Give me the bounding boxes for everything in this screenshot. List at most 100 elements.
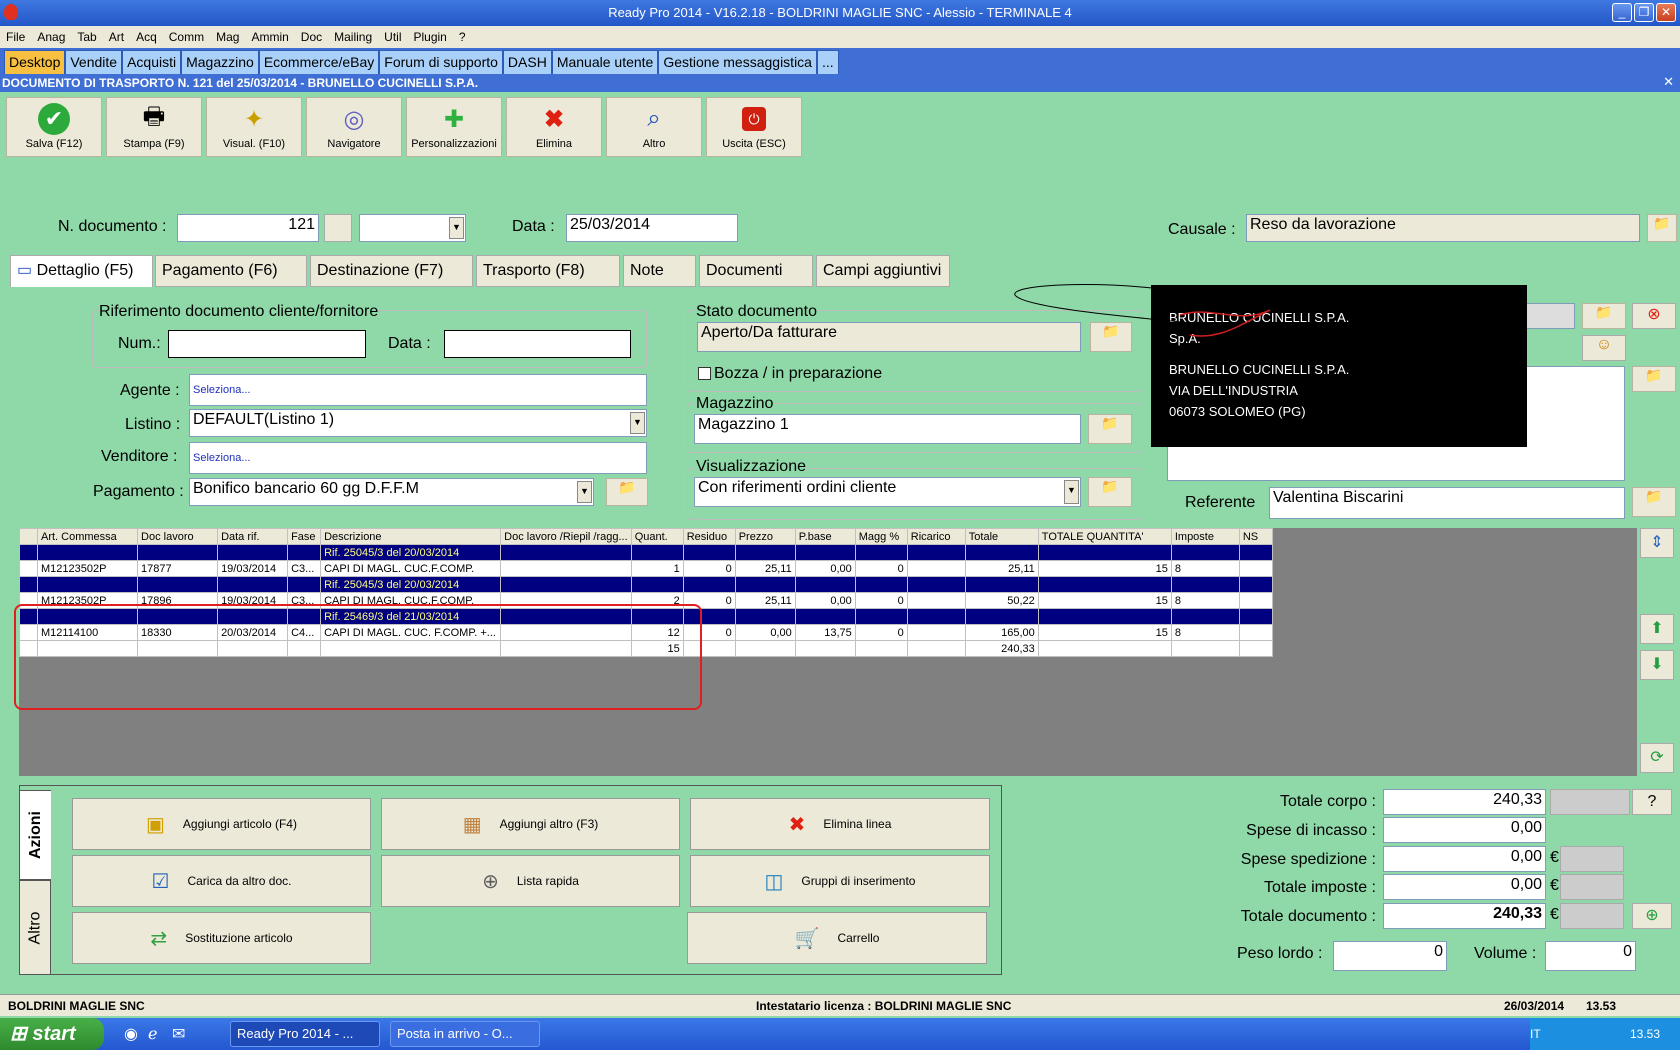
table-cell[interactable] bbox=[1037, 640, 1172, 657]
menu-file[interactable]: File bbox=[6, 30, 25, 44]
print-button[interactable]: 🖶 Stampa (F9) bbox=[106, 97, 202, 157]
tab-trasporto[interactable]: Trasporto (F8) bbox=[476, 255, 620, 287]
mail-icon[interactable]: ✉ bbox=[172, 1024, 185, 1044]
grid-column-header[interactable]: NS bbox=[1238, 528, 1274, 545]
spese-spedizione-field[interactable]: 0,00 bbox=[1383, 846, 1546, 872]
menu-comm[interactable]: Comm bbox=[169, 30, 204, 44]
ndoc-series-select[interactable]: ▼ bbox=[359, 214, 466, 242]
menu-ammin[interactable]: Ammin bbox=[251, 30, 288, 44]
menu-plugin[interactable]: Plugin bbox=[414, 30, 447, 44]
menu-util[interactable]: Util bbox=[384, 30, 401, 44]
move-up-icon[interactable]: ⬆ bbox=[1640, 614, 1674, 644]
table-cell[interactable] bbox=[906, 624, 966, 641]
table-cell[interactable] bbox=[1170, 640, 1240, 657]
table-cell[interactable] bbox=[1238, 592, 1274, 609]
table-row[interactable]: M12123502P 17877 19/03/2014 C3... CAPI DI MA… bbox=[19, 560, 1274, 577]
tab-pagamento[interactable]: Pagamento (F6) bbox=[155, 255, 307, 287]
taskbar-item-readypro[interactable]: Ready Pro 2014 - ... bbox=[230, 1021, 380, 1047]
referente-folder-icon[interactable]: 📁 bbox=[1632, 487, 1676, 517]
row-selector[interactable] bbox=[19, 576, 38, 593]
grid-column-header[interactable]: Art. Commessa bbox=[36, 528, 139, 545]
menu-doc[interactable]: Doc bbox=[301, 30, 322, 44]
tab-acquisti[interactable]: Acquisti bbox=[122, 50, 182, 74]
add-article-button[interactable]: ▣ Aggiungi articolo (F4) bbox=[72, 798, 371, 850]
row-selector[interactable] bbox=[19, 560, 38, 577]
table-cell[interactable]: 0,00 bbox=[794, 560, 856, 577]
customize-button[interactable]: ✚ Personalizzazioni bbox=[406, 97, 502, 157]
date-input[interactable]: 25/03/2014 bbox=[566, 214, 738, 242]
table-cell[interactable]: 15 bbox=[1037, 624, 1172, 641]
agente-select[interactable]: Seleziona... bbox=[189, 374, 647, 406]
row-selector[interactable] bbox=[19, 544, 38, 561]
tab-dash[interactable]: DASH bbox=[502, 50, 552, 74]
tab-vendite[interactable]: Vendite bbox=[65, 50, 123, 74]
grid-column-header[interactable]: Imposte bbox=[1170, 528, 1240, 545]
replace-article-button[interactable]: ⇄ Sostituzione articolo bbox=[72, 912, 371, 964]
table-cell[interactable] bbox=[1238, 560, 1274, 577]
table-cell[interactable] bbox=[906, 592, 966, 609]
causale-field[interactable]: Reso da lavorazione bbox=[1246, 214, 1640, 242]
table-cell[interactable]: 0 bbox=[854, 560, 908, 577]
bozza-checkbox[interactable] bbox=[698, 367, 711, 380]
table-cell[interactable]: 8 bbox=[1170, 560, 1240, 577]
table-cell[interactable] bbox=[906, 560, 966, 577]
grid-column-header[interactable]: Doc lavoro bbox=[137, 528, 219, 545]
table-cell[interactable]: 0,00 bbox=[734, 624, 796, 641]
table-cell[interactable] bbox=[1238, 624, 1274, 641]
add-other-button[interactable]: ▦ Aggiungi altro (F3) bbox=[381, 798, 680, 850]
preview-button[interactable]: ✦ Visual. (F10) bbox=[206, 97, 302, 157]
table-cell[interactable]: 0 bbox=[854, 624, 908, 641]
browser-icon[interactable]: ℯ bbox=[148, 1024, 157, 1044]
table-cell[interactable]: M12123502P bbox=[36, 560, 139, 577]
peso-lordo-field[interactable]: 0 bbox=[1333, 941, 1447, 971]
table-cell[interactable]: 0 bbox=[854, 592, 908, 609]
move-top-icon[interactable]: ⇕ bbox=[1640, 528, 1674, 558]
tab-forum[interactable]: Forum di supporto bbox=[379, 50, 503, 74]
language-indicator[interactable]: IT bbox=[1530, 1027, 1541, 1041]
magazzino-field[interactable]: Magazzino 1 bbox=[694, 414, 1081, 444]
table-cell[interactable]: 1 bbox=[630, 560, 684, 577]
tab-desktop[interactable]: Desktop bbox=[4, 50, 66, 74]
grid-column-header[interactable]: Descrizione bbox=[320, 528, 502, 545]
grid-column-header[interactable]: Quant. bbox=[630, 528, 684, 545]
table-cell[interactable]: 15 bbox=[1037, 592, 1172, 609]
volume-field[interactable]: 0 bbox=[1545, 941, 1636, 971]
taskbar-item-mail[interactable]: Posta in arrivo - O... bbox=[390, 1021, 540, 1047]
table-cell[interactable]: 25,11 bbox=[734, 560, 796, 577]
close-document-icon[interactable]: ✕ bbox=[1663, 74, 1674, 90]
table-cell[interactable] bbox=[854, 640, 908, 657]
restore-icon[interactable]: ❐ bbox=[1634, 3, 1654, 22]
ndoc-input[interactable]: 121 bbox=[177, 214, 319, 242]
table-cell[interactable]: 8 bbox=[1170, 592, 1240, 609]
minimize-icon[interactable]: _ bbox=[1612, 3, 1632, 22]
ndoc-suffix-field[interactable] bbox=[324, 214, 352, 242]
spese-incasso-field[interactable]: 0,00 bbox=[1383, 817, 1546, 843]
tab-manuale[interactable]: Manuale utente bbox=[551, 50, 659, 74]
exit-button[interactable]: ⏻ Uscita (ESC) bbox=[706, 97, 802, 157]
tab-azioni[interactable]: Azioni bbox=[19, 790, 51, 880]
table-cell[interactable]: 19/03/2014 bbox=[217, 560, 289, 577]
clear-customer-icon[interactable]: ⊗ bbox=[1632, 303, 1676, 329]
tab-altro[interactable]: Altro bbox=[19, 880, 51, 975]
reference-row[interactable]: Rif. 25045/3 del 20/03/2014 bbox=[19, 544, 1274, 561]
table-cell[interactable]: 0,00 bbox=[794, 592, 856, 609]
table-cell[interactable]: 240,33 bbox=[964, 640, 1039, 657]
table-cell[interactable] bbox=[500, 560, 632, 577]
grid-column-header[interactable]: P.base bbox=[794, 528, 856, 545]
menu-help[interactable]: ? bbox=[459, 30, 466, 44]
venditore-select[interactable]: Seleziona... bbox=[189, 442, 647, 474]
move-down-icon[interactable]: ⬇ bbox=[1640, 650, 1674, 680]
other-button[interactable]: ⌕ Altro bbox=[606, 97, 702, 157]
table-cell[interactable]: 17877 bbox=[137, 560, 219, 577]
tab-destinazione[interactable]: Destinazione (F7) bbox=[310, 255, 473, 287]
table-cell[interactable] bbox=[906, 640, 966, 657]
quick-list-button[interactable]: ⊕ Lista rapida bbox=[381, 855, 680, 907]
listino-select[interactable]: DEFAULT(Listino 1) ▼ bbox=[189, 409, 647, 437]
customer-folder-icon[interactable]: 📁 bbox=[1582, 303, 1626, 329]
tab-documenti[interactable]: Documenti bbox=[699, 255, 813, 287]
cart-button[interactable]: 🛒 Carrello bbox=[687, 912, 987, 964]
load-doc-button[interactable]: ☑ Carica da altro doc. bbox=[72, 855, 371, 907]
grid-column-header[interactable]: Ricarico bbox=[906, 528, 966, 545]
zoom-icon[interactable]: ⊕ bbox=[1632, 903, 1672, 929]
reference-row[interactable]: Rif. 25045/3 del 20/03/2014 bbox=[19, 576, 1274, 593]
